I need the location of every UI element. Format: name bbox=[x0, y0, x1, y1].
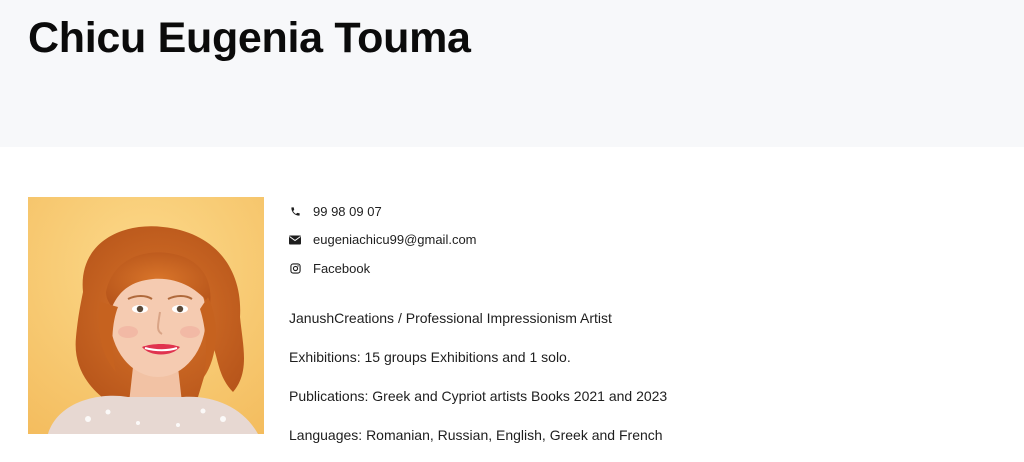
bio-line-languages: Languages: Romanian, Russian, English, G… bbox=[289, 427, 663, 443]
social-link: Facebook bbox=[313, 260, 371, 276]
page-header: Chicu Eugenia Touma bbox=[0, 0, 1024, 147]
bio-line-exhibitions: Exhibitions: 15 groups Exhibitions and 1… bbox=[289, 349, 571, 365]
contact-list: 99 98 09 07 eugeniachicu99@gmail.com Fac… bbox=[289, 197, 477, 283]
bio-line-business: JanushCreations / Professional Impressio… bbox=[289, 310, 612, 326]
bio-line-publications: Publications: Greek and Cypriot artists … bbox=[289, 388, 668, 404]
portrait-illustration bbox=[28, 197, 264, 434]
phone-number: 99 98 09 07 bbox=[313, 203, 382, 219]
phone-icon bbox=[289, 205, 301, 217]
bio-section: JanushCreations / Professional Impressio… bbox=[289, 306, 989, 462]
envelope-icon bbox=[289, 234, 301, 246]
email-address: eugeniachicu99@gmail.com bbox=[313, 232, 477, 248]
instagram-icon bbox=[289, 262, 301, 274]
contact-phone[interactable]: 99 98 09 07 bbox=[289, 197, 477, 226]
profile-photo bbox=[28, 197, 264, 434]
contact-social[interactable]: Facebook bbox=[289, 254, 477, 283]
page-title: Chicu Eugenia Touma bbox=[28, 14, 471, 62]
contact-email[interactable]: eugeniachicu99@gmail.com bbox=[289, 226, 477, 255]
